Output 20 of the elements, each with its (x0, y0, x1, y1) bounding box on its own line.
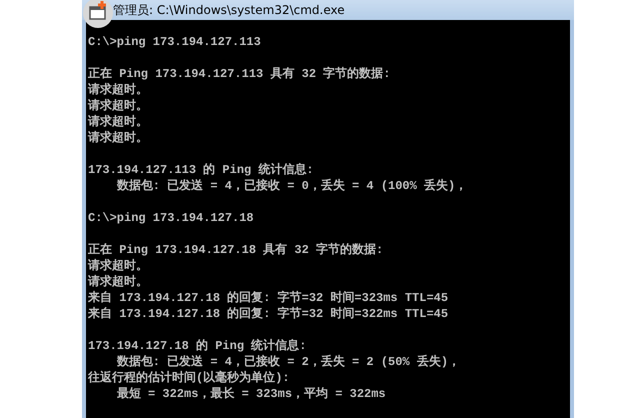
console-line: 请求超时。 (88, 83, 148, 97)
console-line: C:\>ping 173.194.127.18 (88, 211, 254, 225)
console-line: 最短 = 322ms，最长 = 323ms，平均 = 322ms (116, 387, 386, 401)
window-title: 管理员: C:\Windows\system32\cmd.exe (113, 2, 345, 18)
console-line: 请求超时。 (88, 259, 148, 273)
console-line: 来自 173.194.127.18 的回复: 字节=32 时间=323ms TTL=45 (88, 291, 448, 305)
console-line: 173.194.127.113 的 Ping 统计信息: (88, 163, 314, 177)
console-line: 正在 Ping 173.194.127.113 具有 32 字节的数据: (88, 67, 390, 81)
console-line: 请求超时。 (88, 115, 148, 129)
console-line: 173.194.127.18 的 Ping 统计信息: (88, 339, 306, 353)
console-line: C:\>ping 173.194.127.113 (88, 35, 261, 49)
console-line: 请求超时。 (88, 99, 148, 113)
console-line: 数据包: 已发送 = 4，已接收 = 2，丢失 = 2 (50% 丢失)， (116, 355, 460, 369)
console-line: 来自 173.194.127.18 的回复: 字节=32 时间=322ms TTL=45 (88, 307, 448, 321)
console-line: 请求超时。 (88, 131, 148, 145)
console-line: 数据包: 已发送 = 4，已接收 = 0，丢失 = 4 (100% 丢失)， (116, 179, 468, 193)
console-icon (83, 0, 113, 28)
console-line: 请求超时。 (88, 275, 148, 289)
console-line: 往返行程的估计时间(以毫秒为单位): (88, 371, 290, 385)
console-line: 正在 Ping 173.194.127.18 具有 32 字节的数据: (88, 243, 384, 257)
